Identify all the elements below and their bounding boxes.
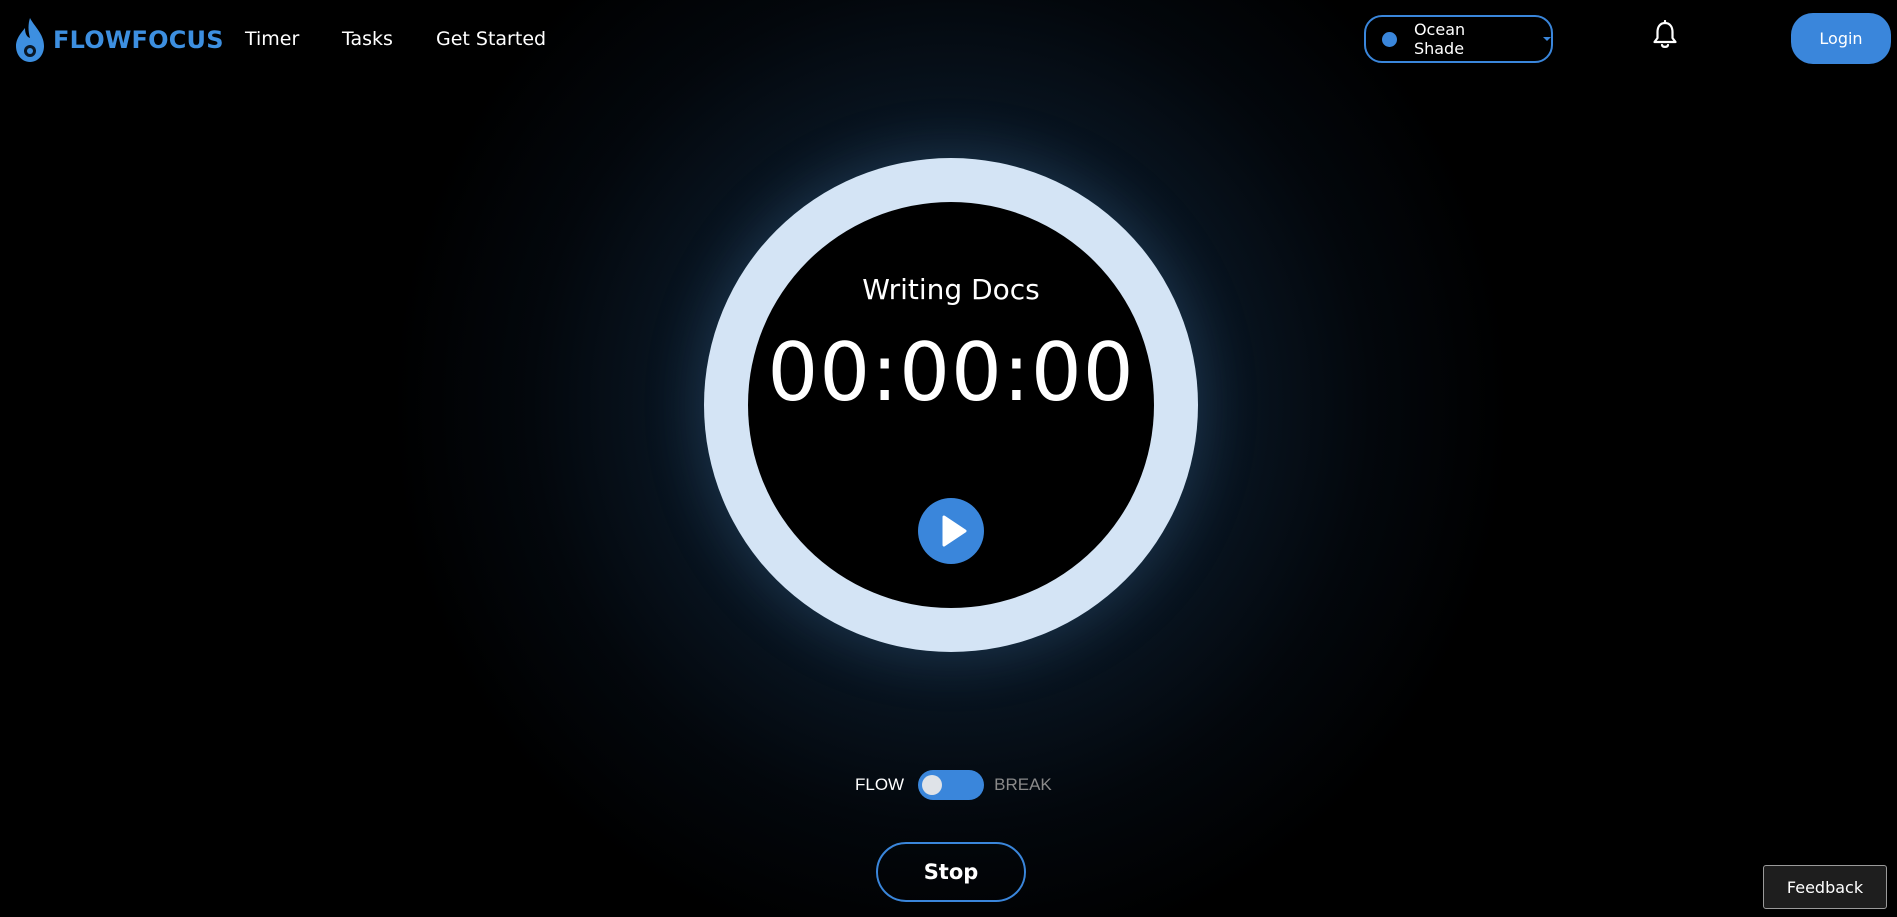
timer-face: Writing Docs 00:00:00 xyxy=(748,202,1154,608)
chevron-down-icon xyxy=(1543,37,1551,41)
flow-break-toggle[interactable] xyxy=(918,770,985,800)
stop-button[interactable]: Stop xyxy=(876,842,1026,902)
play-button[interactable] xyxy=(918,498,984,564)
bell-icon[interactable] xyxy=(1651,20,1679,50)
theme-selected-label: Ocean Shade xyxy=(1413,20,1466,58)
current-task-name: Writing Docs xyxy=(862,273,1040,306)
nav-link-get-started[interactable]: Get Started xyxy=(436,28,546,50)
nav-link-timer[interactable]: Timer xyxy=(245,28,299,50)
mode-toggle-row: FLOW BREAK xyxy=(855,769,1052,801)
brand-name: FLOWFOCUS xyxy=(53,26,224,54)
mode-flow-label: FLOW xyxy=(855,775,905,794)
timer-display: 00:00:00 xyxy=(767,326,1135,419)
nav-link-tasks[interactable]: Tasks xyxy=(342,28,393,50)
toggle-knob xyxy=(922,775,943,795)
flame-icon xyxy=(16,18,44,62)
brand-logo-link[interactable]: FLOWFOCUS xyxy=(13,17,224,63)
app-page: FLOWFOCUS Timer Tasks Get Started Ocean … xyxy=(0,0,1897,917)
mode-break-label: BREAK xyxy=(994,775,1052,794)
play-icon xyxy=(942,515,967,547)
theme-selector[interactable]: Ocean Shade xyxy=(1364,15,1553,63)
login-button[interactable]: Login xyxy=(1791,13,1891,64)
top-navbar: FLOWFOCUS Timer Tasks Get Started Ocean … xyxy=(0,0,1897,80)
timer-progress-ring: Writing Docs 00:00:00 xyxy=(704,158,1198,652)
feedback-button[interactable]: Feedback xyxy=(1763,865,1887,909)
theme-color-dot-icon xyxy=(1382,31,1397,47)
